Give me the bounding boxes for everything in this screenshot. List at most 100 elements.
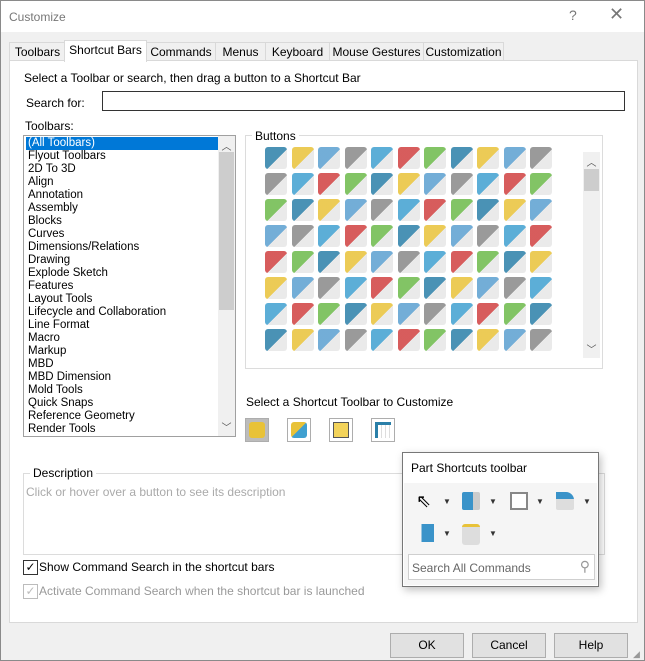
toolbar-list-item[interactable]: Drawing bbox=[26, 254, 218, 267]
toolbar-list-item[interactable]: Mold Tools bbox=[26, 384, 218, 397]
tab-shortcut-bars[interactable]: Shortcut Bars bbox=[64, 40, 147, 62]
part-icon[interactable] bbox=[344, 147, 367, 169]
move-block-icon[interactable] bbox=[291, 329, 314, 351]
toolbar-list-item[interactable]: Blocks bbox=[26, 215, 218, 228]
extruded-boss-icon[interactable] bbox=[462, 492, 480, 510]
filter-select-icon[interactable] bbox=[503, 173, 526, 195]
toolbar-list-item[interactable]: Features bbox=[26, 280, 218, 293]
origin-axes-icon[interactable] bbox=[424, 147, 446, 169]
caret-down-icon[interactable]: ▼ bbox=[489, 497, 497, 506]
globe-icon[interactable] bbox=[318, 225, 340, 247]
sheet-metal-icon[interactable] bbox=[291, 303, 314, 325]
curve-icon[interactable] bbox=[397, 147, 420, 169]
scroll-up-icon[interactable]: ︿ bbox=[218, 138, 235, 153]
toolbars-list[interactable]: ︿ ﹀ (All Toolbars) Flyout Toolbars 2D To 3… bbox=[23, 135, 236, 437]
scroll-up-icon[interactable]: ︿ bbox=[583, 154, 600, 169]
save-as-icon[interactable] bbox=[424, 199, 446, 221]
fillet-icon[interactable] bbox=[556, 492, 574, 510]
zoom-fit-icon[interactable] bbox=[291, 225, 314, 247]
insert-part-icon[interactable] bbox=[318, 303, 340, 325]
line-format-icon[interactable] bbox=[318, 173, 340, 195]
toolbar-list-item[interactable]: Reference Geometry bbox=[26, 410, 218, 423]
camera-view-icon[interactable] bbox=[371, 173, 393, 195]
caret-down-icon[interactable]: ▼ bbox=[489, 529, 497, 538]
spline-curve-icon[interactable] bbox=[265, 277, 287, 299]
new-document-icon[interactable] bbox=[530, 225, 552, 247]
resize-grip-icon[interactable]: ◢ bbox=[633, 649, 640, 660]
caret-down-icon[interactable]: ▼ bbox=[536, 497, 544, 506]
extrude-icon[interactable] bbox=[371, 225, 393, 247]
linear-pattern-icon[interactable] bbox=[397, 277, 420, 299]
extruded-boss-icon[interactable] bbox=[477, 277, 499, 299]
monitor-icon[interactable] bbox=[477, 303, 499, 325]
assembly-icon[interactable] bbox=[530, 147, 552, 169]
move-handle-icon[interactable] bbox=[424, 329, 446, 351]
script-icon[interactable] bbox=[344, 173, 367, 195]
color-part-icon[interactable] bbox=[291, 199, 314, 221]
line-color-icon[interactable] bbox=[397, 329, 420, 351]
appearance-sphere-icon[interactable] bbox=[450, 173, 473, 195]
tab-commands[interactable]: Commands bbox=[146, 42, 216, 61]
hole-icon[interactable] bbox=[397, 173, 420, 195]
window-icon[interactable] bbox=[530, 173, 552, 195]
spiral-icon[interactable] bbox=[424, 225, 446, 247]
insert-component-icon[interactable] bbox=[265, 329, 287, 351]
scroll-thumb[interactable] bbox=[219, 152, 234, 310]
toolbar-list-item[interactable]: Annotation bbox=[26, 189, 218, 202]
display-pane-icon[interactable] bbox=[265, 199, 287, 221]
sketch-shortcut-button[interactable] bbox=[371, 418, 395, 442]
scroll-down-icon[interactable]: ﹀ bbox=[583, 341, 600, 356]
toolbar-list-item[interactable]: Quick Snaps bbox=[26, 397, 218, 410]
options-gear-icon[interactable] bbox=[344, 251, 367, 273]
print-icon[interactable] bbox=[318, 251, 340, 273]
select-arrow-icon[interactable]: ⇖ bbox=[416, 492, 434, 510]
open-folder-icon[interactable] bbox=[265, 251, 287, 273]
move-component-icon[interactable] bbox=[503, 147, 526, 169]
table-icon[interactable] bbox=[530, 199, 552, 221]
trim-icon[interactable] bbox=[344, 277, 367, 299]
rectangle-icon[interactable] bbox=[424, 251, 446, 273]
buttons-scrollbar[interactable]: ︿ ﹀ bbox=[583, 152, 600, 358]
font-icon[interactable] bbox=[318, 147, 340, 169]
slot-icon[interactable] bbox=[450, 251, 473, 273]
sketch-plane-icon[interactable] bbox=[291, 173, 314, 195]
toolbar-list-item[interactable]: Explode Sketch bbox=[26, 267, 218, 280]
fasteners-icon[interactable] bbox=[530, 303, 552, 325]
search-input[interactable] bbox=[102, 91, 625, 111]
toolbar-list-item[interactable]: 2D To 3D bbox=[26, 163, 218, 176]
frame-icon[interactable] bbox=[477, 199, 499, 221]
mate-icon[interactable] bbox=[371, 303, 393, 325]
reference-plane-icon[interactable] bbox=[416, 524, 434, 542]
surface-icon[interactable] bbox=[503, 199, 526, 221]
tab-toolbars[interactable]: Toolbars bbox=[9, 42, 66, 61]
toolbar-list-item[interactable]: MBD bbox=[26, 358, 218, 371]
caret-down-icon[interactable]: ▼ bbox=[443, 497, 451, 506]
text-format-icon[interactable] bbox=[265, 173, 287, 195]
toolbar-list-item[interactable]: Assembly bbox=[26, 202, 218, 215]
fillet-corner-icon[interactable] bbox=[291, 277, 314, 299]
ellipse-icon[interactable] bbox=[530, 251, 552, 273]
shell-icon[interactable] bbox=[510, 492, 528, 510]
routing-icon[interactable] bbox=[477, 225, 499, 247]
shell-icon[interactable] bbox=[503, 277, 526, 299]
caret-down-icon[interactable]: ▼ bbox=[583, 497, 591, 506]
box-icon[interactable] bbox=[318, 277, 340, 299]
video-icon[interactable] bbox=[477, 173, 499, 195]
toolbar-list-item[interactable]: Align bbox=[26, 176, 218, 189]
fillet-icon[interactable] bbox=[530, 277, 552, 299]
convert-entities-icon[interactable] bbox=[371, 277, 393, 299]
part-shortcut-button[interactable] bbox=[245, 418, 269, 442]
arc-icon[interactable] bbox=[503, 251, 526, 273]
plane-point-icon[interactable] bbox=[424, 173, 446, 195]
assembly-shortcut-button[interactable] bbox=[287, 418, 311, 442]
spline-icon[interactable] bbox=[397, 199, 420, 221]
solidworks-add-icon[interactable] bbox=[371, 199, 393, 221]
align-left-icon[interactable] bbox=[291, 147, 314, 169]
toolbar-list-item[interactable]: Layout Tools bbox=[26, 293, 218, 306]
check-icon[interactable] bbox=[503, 303, 526, 325]
toolbar-list-item[interactable]: Lifecycle and Collaboration bbox=[26, 306, 218, 319]
tee-fitting-icon[interactable] bbox=[503, 225, 526, 247]
3d-sketch-icon[interactable] bbox=[344, 225, 367, 247]
help-icon[interactable]: ? bbox=[569, 7, 577, 23]
save-icon[interactable] bbox=[291, 251, 314, 273]
